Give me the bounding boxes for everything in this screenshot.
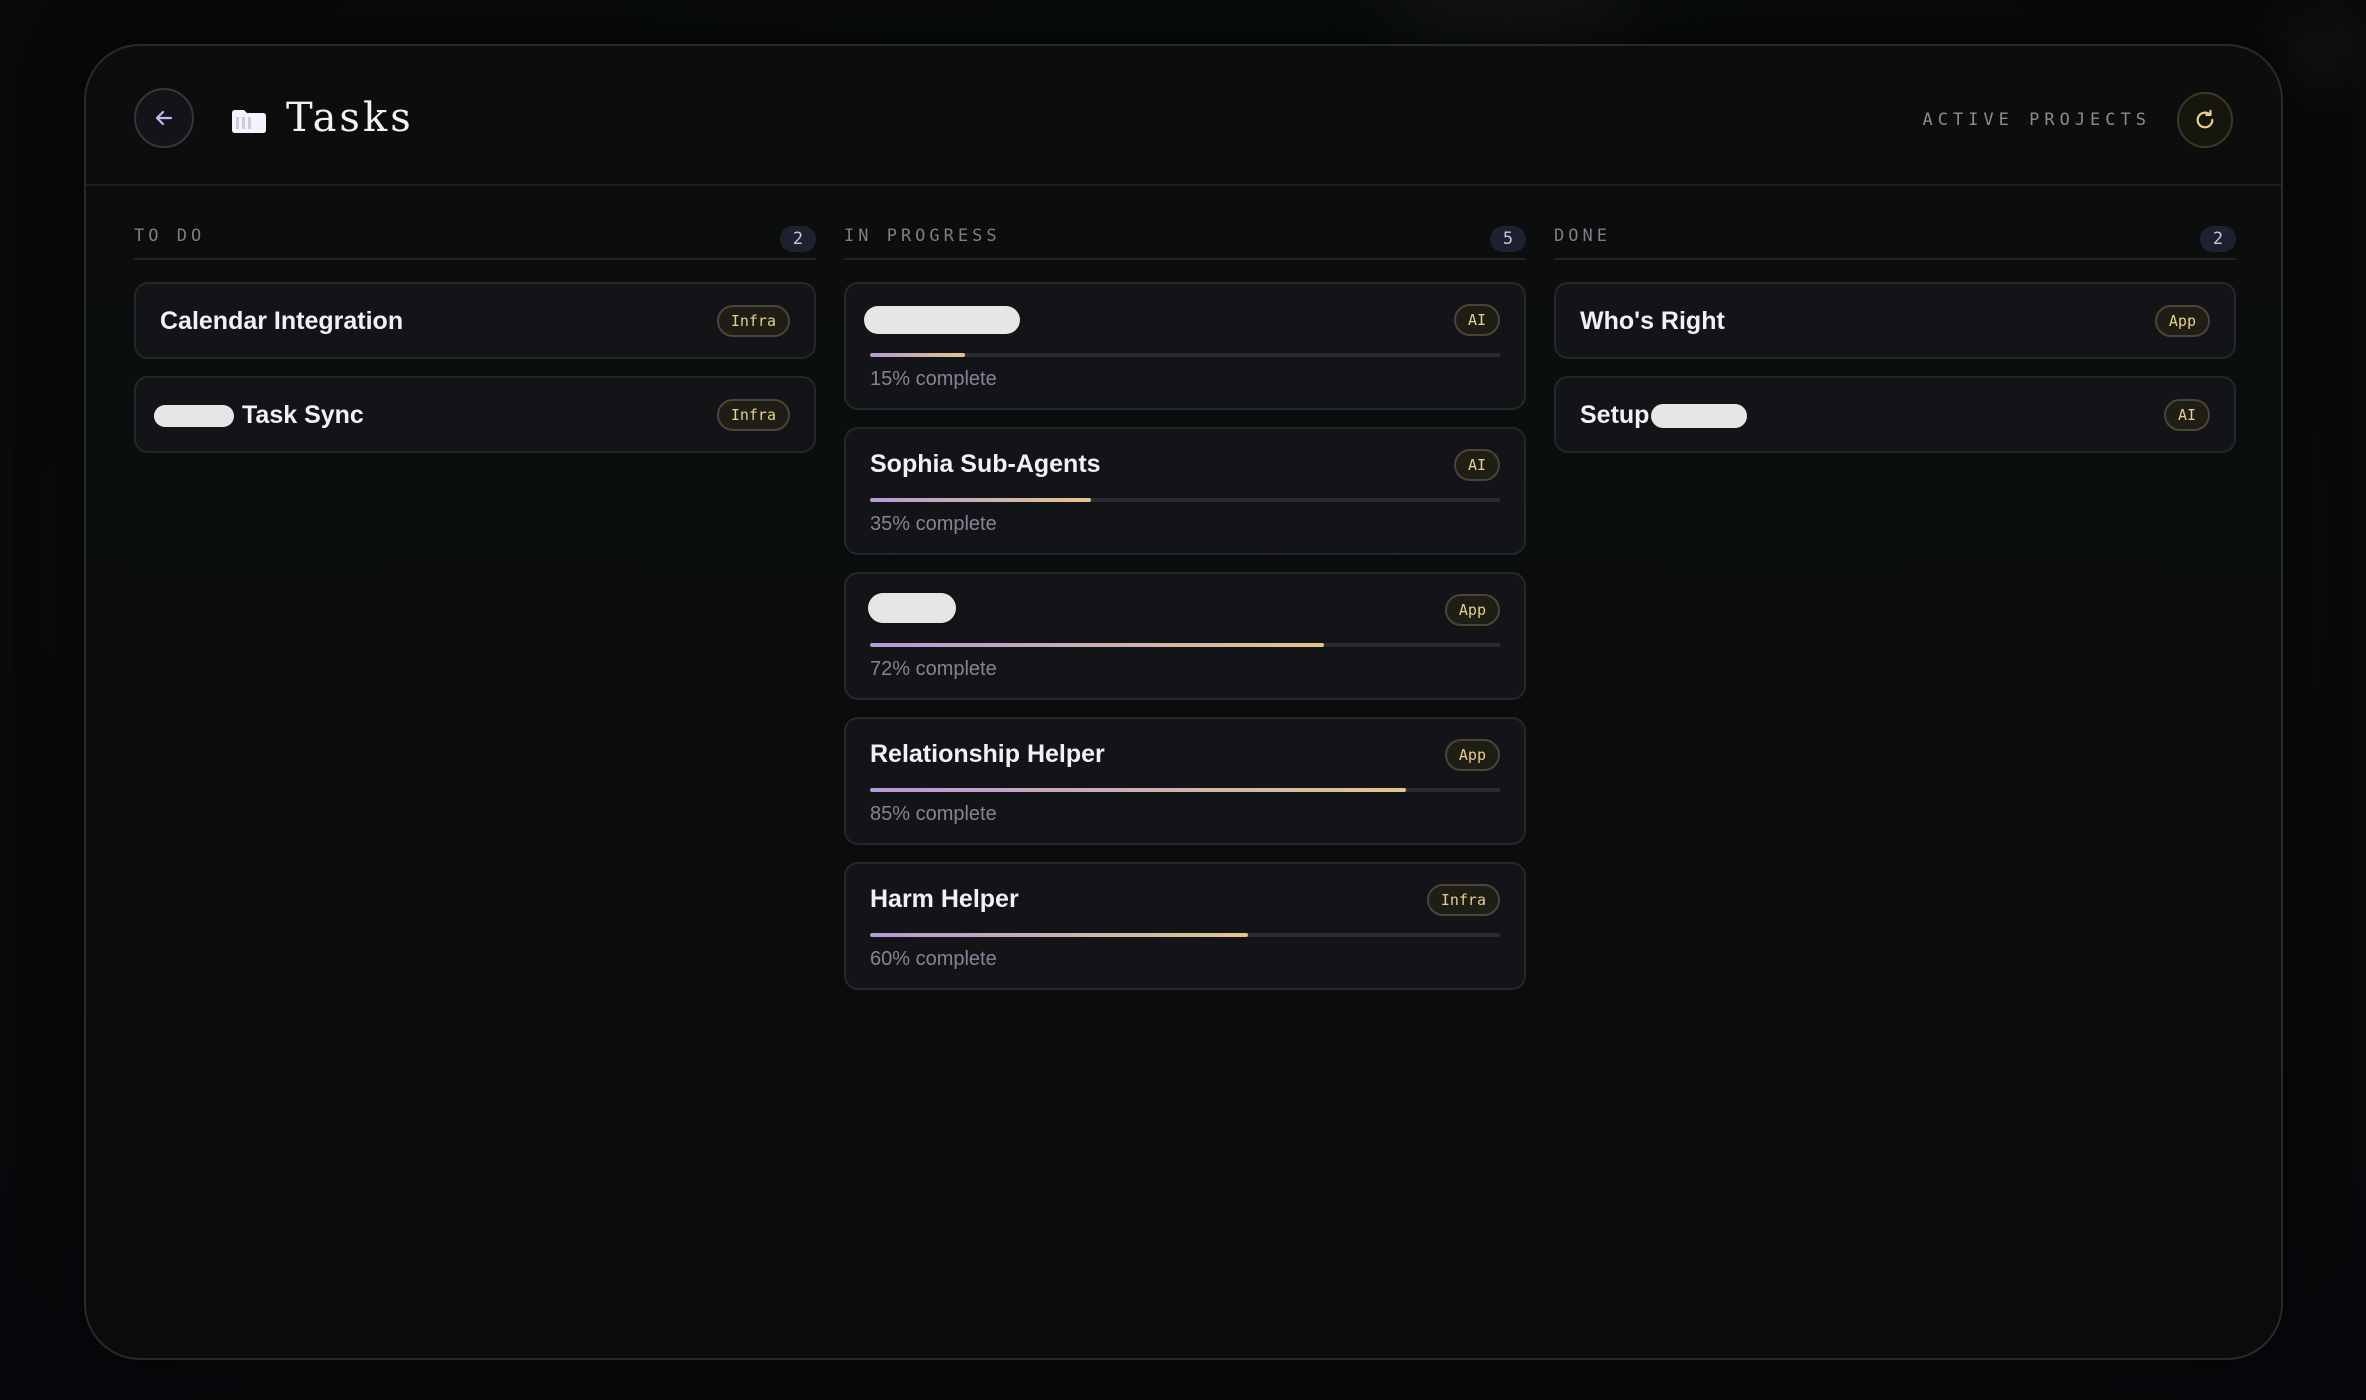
progress-fill xyxy=(870,788,1406,792)
task-title: Who's Right xyxy=(1580,307,1725,335)
task-tag: App xyxy=(2154,305,2210,337)
task-title: Calendar Integration xyxy=(160,307,404,335)
task-tag: Infra xyxy=(1426,884,1500,916)
progress-label: 85% complete xyxy=(870,803,997,825)
progress-fill xyxy=(870,933,1248,937)
task-card[interactable]: Harm Helper Infra 60% complete xyxy=(844,862,1526,990)
task-tag: AI xyxy=(1453,449,1500,481)
redacted-text xyxy=(1651,404,1748,429)
task-card[interactable]: Relationship Helper App 85% complete xyxy=(844,717,1526,845)
column-header: TO DO 2 xyxy=(134,216,816,260)
progress-fill xyxy=(870,643,1324,647)
refresh-icon xyxy=(2196,109,2214,129)
task-title: Relationship Helper xyxy=(870,740,1105,768)
column-done: DONE 2 Who's Right App Setup AI xyxy=(1554,216,2236,470)
task-title-wrapper: Task Sync xyxy=(154,400,364,430)
progress-bar xyxy=(870,933,1500,937)
progress-label: 35% complete xyxy=(870,513,997,535)
task-card[interactable]: Who's Right App xyxy=(1554,282,2236,359)
task-title: Task Sync xyxy=(242,401,364,429)
folder-icon xyxy=(232,110,266,133)
column-in-progress: IN PROGRESS 5 AI 15% complete Sophia Sub… xyxy=(844,216,1526,1007)
task-title: Harm Helper xyxy=(870,885,1019,913)
column-count-badge: 2 xyxy=(2200,226,2236,252)
task-title: Setup xyxy=(1580,401,1650,429)
task-tag: App xyxy=(1444,739,1500,771)
background-glow xyxy=(1380,0,1640,40)
task-tag: AI xyxy=(1453,304,1500,336)
column-count-badge: 2 xyxy=(780,226,816,252)
progress-fill xyxy=(870,353,965,357)
tasks-panel: Tasks ACTIVE PROJECTS TO DO 2 Calendar I… xyxy=(84,44,2283,1360)
redacted-text xyxy=(864,306,1020,335)
task-title-wrapper: Setup xyxy=(1580,400,1748,430)
background-glow xyxy=(2290,20,2350,80)
progress-label: 60% complete xyxy=(870,948,997,970)
task-card[interactable]: AI 15% complete xyxy=(844,282,1526,410)
column-title: TO DO xyxy=(134,226,206,246)
back-button[interactable] xyxy=(134,88,194,148)
column-title: IN PROGRESS xyxy=(844,226,1001,246)
refresh-button[interactable] xyxy=(2177,92,2233,148)
column-title: DONE xyxy=(1554,226,1611,246)
column-count-badge: 5 xyxy=(1490,226,1526,252)
progress-bar xyxy=(870,498,1500,502)
progress-bar xyxy=(870,788,1500,792)
column-todo: TO DO 2 Calendar Integration Infra Task … xyxy=(134,216,816,470)
redacted-text xyxy=(154,405,234,428)
progress-label: 72% complete xyxy=(870,658,997,680)
task-card[interactable]: Calendar Integration Infra xyxy=(134,282,816,359)
task-tag: AI xyxy=(2163,399,2210,431)
task-title: Sophia Sub-Agents xyxy=(870,450,1101,478)
task-tag: App xyxy=(1444,594,1500,626)
progress-bar xyxy=(870,353,1500,357)
task-card[interactable]: Setup AI xyxy=(1554,376,2236,453)
progress-bar xyxy=(870,643,1500,647)
redacted-text xyxy=(868,593,956,624)
task-card[interactable]: App 72% complete xyxy=(844,572,1526,700)
task-tag: Infra xyxy=(716,305,790,337)
panel-header: Tasks ACTIVE PROJECTS xyxy=(86,46,2281,186)
column-header: DONE 2 xyxy=(1554,216,2236,260)
task-card[interactable]: Task Sync Infra xyxy=(134,376,816,453)
progress-label: 15% complete xyxy=(870,368,997,390)
task-title-wrapper xyxy=(868,592,956,624)
progress-fill xyxy=(870,498,1091,502)
active-projects-label: ACTIVE PROJECTS xyxy=(1922,110,2151,130)
task-tag: Infra xyxy=(716,399,790,431)
column-header: IN PROGRESS 5 xyxy=(844,216,1526,260)
task-card[interactable]: Sophia Sub-Agents AI 35% complete xyxy=(844,427,1526,555)
page-title: Tasks xyxy=(286,95,414,141)
task-title-wrapper xyxy=(864,304,1020,335)
arrow-left-icon xyxy=(155,110,173,126)
